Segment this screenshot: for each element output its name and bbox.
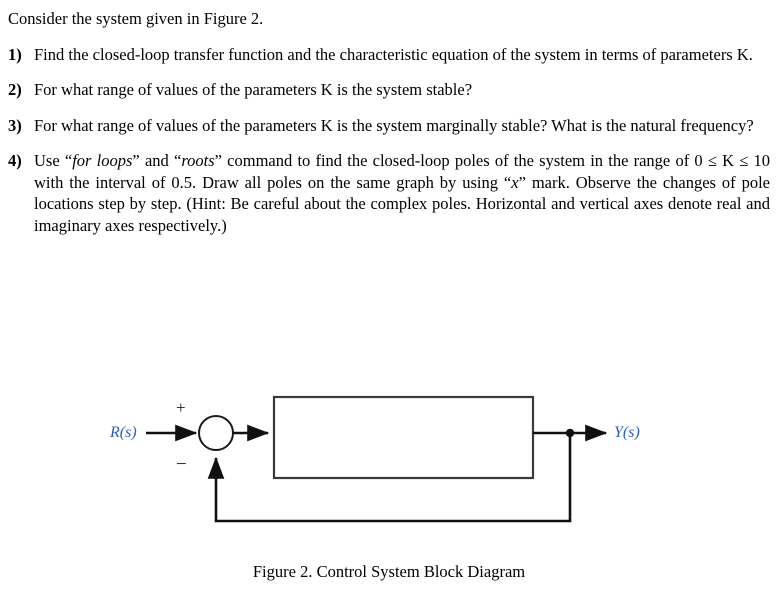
figure-caption: Figure 2. Control System Block Diagram <box>252 562 526 581</box>
summing-plus-sign: + <box>176 398 186 417</box>
question-item-3: 3) For what range of values of the param… <box>8 115 770 136</box>
question-text-1: Find the closed-loop transfer function a… <box>34 45 753 64</box>
question-marker-4: 4) <box>8 151 22 171</box>
question-marker-2: 2) <box>8 80 22 100</box>
transfer-function-block <box>272 395 535 480</box>
q4-italic-x: x <box>511 172 519 192</box>
input-signal-label: R(s) <box>110 424 137 441</box>
question-text-4: Use “for loops” and “roots” command to f… <box>34 150 770 236</box>
q4-italic-roots: roots <box>181 151 215 171</box>
document-page: Consider the system given in Figure 2. 1… <box>0 0 778 596</box>
q4-text-b: ” and “ <box>132 151 182 171</box>
summing-junction-circle <box>198 415 234 451</box>
question-item-2: 2) For what range of values of the param… <box>8 79 770 100</box>
intro-paragraph: Consider the system given in Figure 2. <box>8 9 264 28</box>
q4-text-a: Use “ <box>34 151 73 171</box>
question-text-2: For what range of values of the paramete… <box>34 80 473 100</box>
summing-minus-sign: − <box>176 454 187 475</box>
question-list: 1) Find the closed-loop transfer functio… <box>8 44 770 250</box>
question-text-3: For what range of values of the paramete… <box>34 115 754 135</box>
q4-italic-for-loops: for loops <box>72 151 133 171</box>
question-marker-1: 1) <box>8 45 22 64</box>
question-item-4: 4) Use “for loops” and “roots” command t… <box>8 150 770 236</box>
question-marker-3: 3) <box>8 115 22 135</box>
question-item-1: 1) Find the closed-loop transfer functio… <box>8 44 770 65</box>
output-signal-label: Y(s) <box>614 424 640 441</box>
block-diagram-figure: 1 s3 + 5s2 + (K − 3)s + K <box>0 380 778 540</box>
block-diagram-svg <box>146 395 608 523</box>
